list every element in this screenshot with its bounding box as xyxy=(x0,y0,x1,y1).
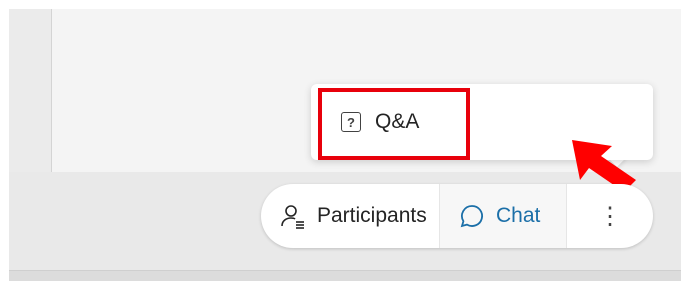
meeting-controls: Participants Chat ⋮ xyxy=(261,184,653,248)
left-panel xyxy=(9,9,52,172)
participants-label: Participants xyxy=(317,204,427,227)
highlight-box xyxy=(318,88,470,160)
chat-bubble-icon xyxy=(458,202,486,230)
participants-button[interactable]: Participants xyxy=(261,184,439,248)
more-vertical-icon: ⋮ xyxy=(598,202,622,230)
toolbar-bottom-divider xyxy=(9,270,681,281)
chat-label: Chat xyxy=(496,204,541,227)
participants-icon xyxy=(279,202,307,230)
chat-button[interactable]: Chat xyxy=(439,184,567,248)
more-options-button[interactable]: ⋮ xyxy=(567,184,653,248)
